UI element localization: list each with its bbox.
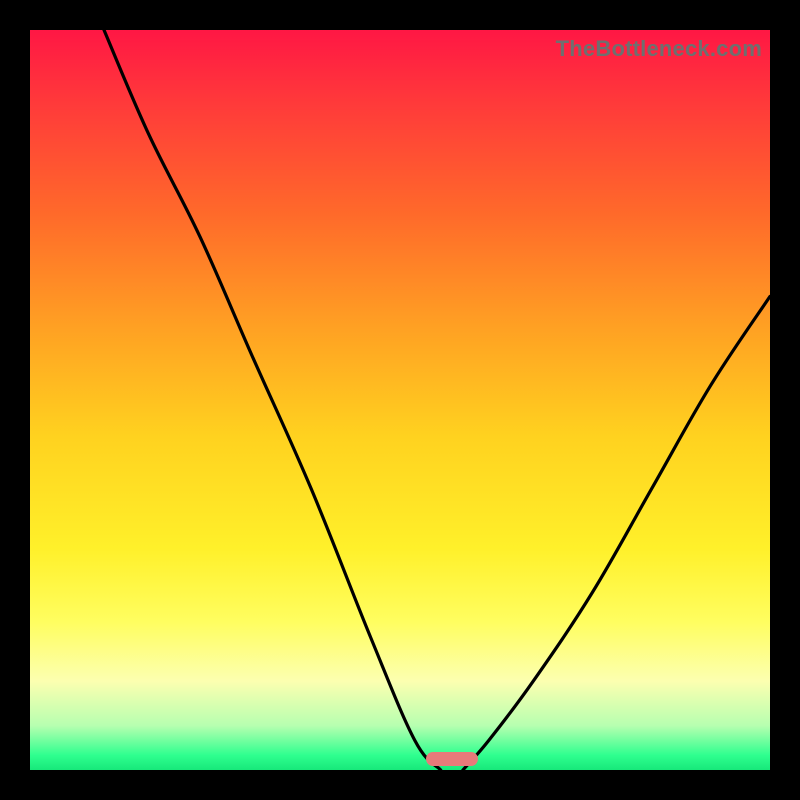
- curve-layer: [30, 30, 770, 770]
- left-curve-path: [104, 30, 441, 770]
- right-curve-path: [463, 296, 770, 770]
- chart-plot-area: TheBottleneck.com: [30, 30, 770, 770]
- bottleneck-marker: [426, 752, 478, 766]
